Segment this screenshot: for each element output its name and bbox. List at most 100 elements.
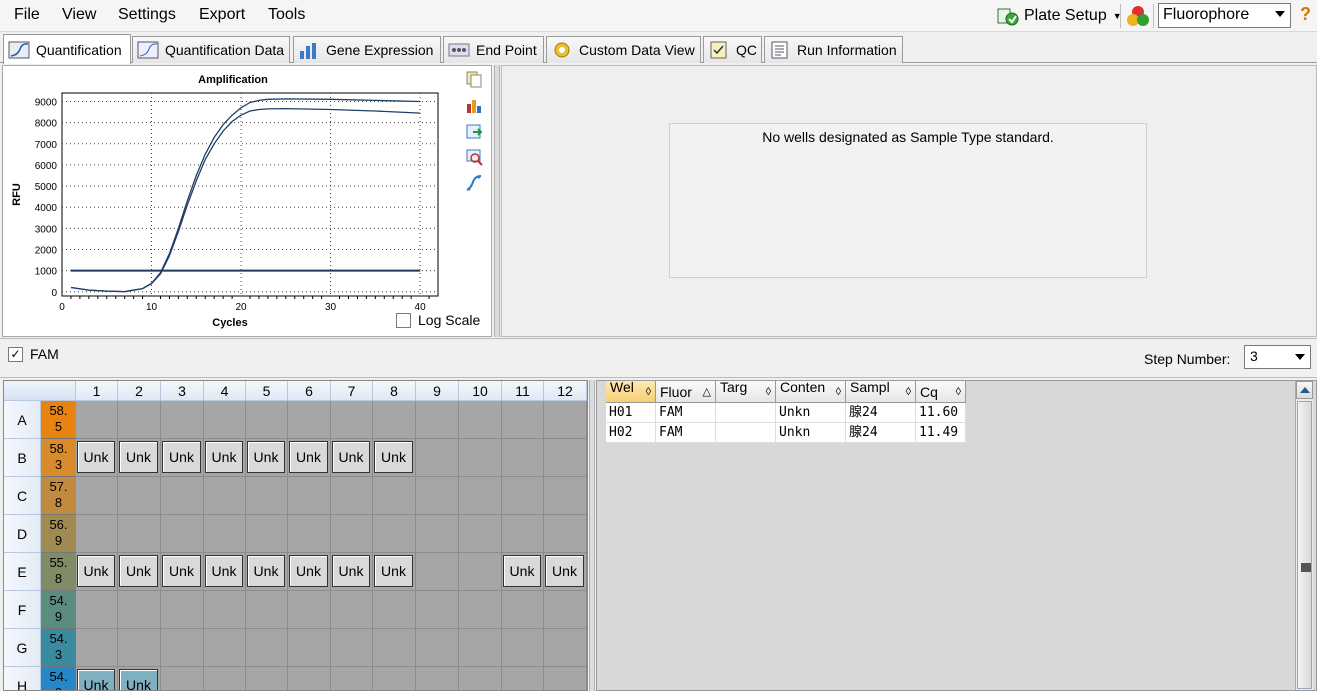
plate-cell[interactable]: [544, 667, 587, 690]
plate-cell[interactable]: Unk: [331, 439, 373, 477]
menu-tools[interactable]: Tools: [268, 6, 305, 24]
plate-cell[interactable]: [288, 515, 331, 553]
plate-cell[interactable]: Unk: [502, 553, 544, 591]
scroll-up-button[interactable]: [1296, 381, 1313, 399]
plate-cell[interactable]: [459, 439, 502, 477]
plate-cell[interactable]: [246, 591, 288, 629]
sort-icon[interactable]: ◊: [646, 381, 651, 402]
plate-cell[interactable]: [373, 667, 416, 690]
results-cell[interactable]: [716, 403, 776, 423]
well-sample[interactable]: Unk: [545, 555, 584, 587]
plate-column-header[interactable]: 11: [502, 381, 544, 401]
plate-column-header[interactable]: 5: [246, 381, 288, 401]
well-sample[interactable]: Unk: [77, 555, 115, 587]
log-scale-toggle[interactable]: Log Scale: [396, 312, 480, 328]
plate-column-header[interactable]: 3: [161, 381, 204, 401]
well-sample[interactable]: Unk: [332, 441, 370, 473]
plate-row-header[interactable]: C: [4, 477, 41, 515]
plate-cell[interactable]: [288, 401, 331, 439]
well-sample[interactable]: Unk: [503, 555, 541, 587]
plate-cell[interactable]: [331, 591, 373, 629]
plate-cell[interactable]: [459, 553, 502, 591]
plate-cell[interactable]: [373, 401, 416, 439]
plate-cell[interactable]: [161, 629, 204, 667]
plate-cell[interactable]: Unk: [118, 667, 161, 690]
plate-cell[interactable]: [246, 515, 288, 553]
well-sample[interactable]: Unk: [77, 441, 115, 473]
plate-cell[interactable]: Unk: [204, 553, 246, 591]
plate-cell[interactable]: Unk: [76, 439, 118, 477]
plate-row-header[interactable]: B: [4, 439, 41, 477]
plate-cell[interactable]: [76, 515, 118, 553]
plate-cell[interactable]: Unk: [246, 553, 288, 591]
plate-column-header[interactable]: 6: [288, 381, 331, 401]
plate-cell[interactable]: [204, 401, 246, 439]
plate-cell[interactable]: [502, 439, 544, 477]
results-column-header[interactable]: Fluor △: [656, 381, 716, 403]
plate-cell[interactable]: Unk: [118, 553, 161, 591]
plate-cell[interactable]: [288, 667, 331, 690]
sort-icon[interactable]: △: [703, 381, 711, 402]
results-cell[interactable]: Unkn: [776, 403, 846, 423]
plate-cell[interactable]: [459, 629, 502, 667]
plate-cell[interactable]: [161, 667, 204, 690]
plate-cell[interactable]: [544, 401, 587, 439]
plate-cell[interactable]: [459, 667, 502, 690]
menu-view[interactable]: View: [62, 6, 96, 24]
curve-fit-icon[interactable]: [465, 174, 483, 192]
plate-cell[interactable]: [118, 401, 161, 439]
plate-cell[interactable]: [373, 477, 416, 515]
plate-cell[interactable]: [373, 629, 416, 667]
plate-column-header[interactable]: 10: [459, 381, 502, 401]
well-sample[interactable]: Unk: [247, 441, 285, 473]
plate-column-header[interactable]: 9: [416, 381, 459, 401]
plate-row-header[interactable]: G: [4, 629, 41, 667]
panel-splitter[interactable]: [589, 380, 595, 691]
plate-cell[interactable]: [331, 667, 373, 690]
plate-cell[interactable]: [502, 477, 544, 515]
plate-cell[interactable]: [204, 591, 246, 629]
plate-cell[interactable]: [76, 591, 118, 629]
plate-cell[interactable]: [246, 401, 288, 439]
plate-cell[interactable]: [246, 667, 288, 690]
plate-cell[interactable]: [416, 629, 459, 667]
plate-row-header[interactable]: A: [4, 401, 41, 439]
well-sample[interactable]: Unk: [119, 669, 158, 690]
plate-cell[interactable]: [288, 477, 331, 515]
plate-cell[interactable]: [502, 667, 544, 690]
plate-cell[interactable]: [416, 401, 459, 439]
fluorophore-select[interactable]: Fluorophore: [1158, 3, 1291, 28]
panel-splitter[interactable]: [494, 65, 500, 337]
tab-run-information[interactable]: Run Information: [764, 36, 903, 63]
well-sample[interactable]: Unk: [162, 441, 201, 473]
well-sample[interactable]: Unk: [119, 555, 158, 587]
well-sample[interactable]: Unk: [205, 555, 243, 587]
plate-cell[interactable]: [416, 439, 459, 477]
well-sample[interactable]: Unk: [247, 555, 285, 587]
plate-cell[interactable]: [416, 477, 459, 515]
plate-cell[interactable]: [459, 401, 502, 439]
well-sample[interactable]: Unk: [77, 669, 115, 690]
well-sample[interactable]: Unk: [374, 555, 413, 587]
plate-cell[interactable]: [373, 591, 416, 629]
plate-cell[interactable]: [161, 477, 204, 515]
plate-cell[interactable]: [331, 401, 373, 439]
plate-cell[interactable]: [76, 401, 118, 439]
log-scale-checkbox[interactable]: [396, 312, 411, 328]
results-cell[interactable]: 11.60: [916, 403, 966, 423]
results-column-header[interactable]: Conten ◊: [776, 381, 846, 403]
plate-cell[interactable]: [373, 515, 416, 553]
results-column-header[interactable]: Wel ◊: [606, 381, 656, 403]
plate-row-header[interactable]: F: [4, 591, 41, 629]
plate-column-header[interactable]: 1: [76, 381, 118, 401]
plate-column-header[interactable]: 4: [204, 381, 246, 401]
plate-cell[interactable]: [246, 477, 288, 515]
plate-cell[interactable]: [459, 591, 502, 629]
vertical-scrollbar[interactable]: ▬ ▬ ▬: [1295, 381, 1313, 690]
well-sample[interactable]: Unk: [162, 555, 201, 587]
tab-qc[interactable]: QC: [703, 36, 762, 63]
sort-icon[interactable]: ◊: [766, 381, 771, 402]
menu-export[interactable]: Export: [199, 6, 245, 24]
plate-cell[interactable]: [502, 401, 544, 439]
plate-cell[interactable]: [416, 553, 459, 591]
